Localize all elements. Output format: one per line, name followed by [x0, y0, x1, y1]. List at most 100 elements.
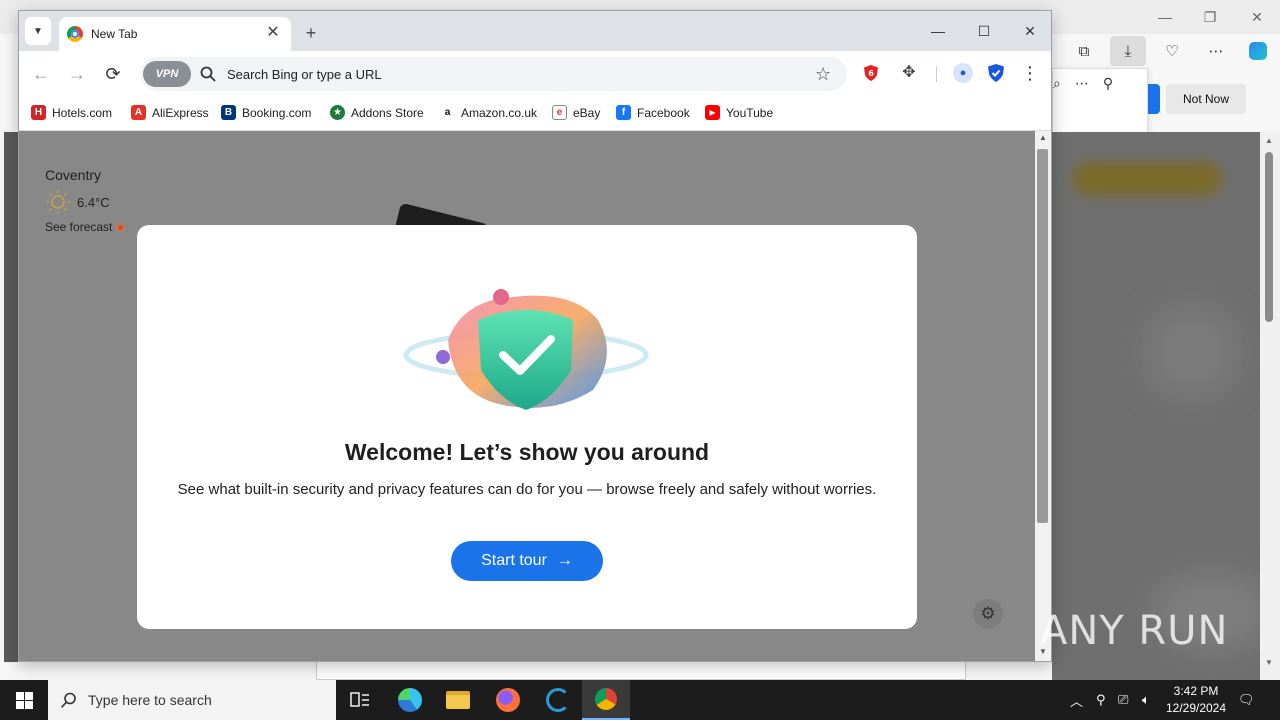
edge-blurred-banner: [1072, 162, 1222, 196]
welcome-description: See what built-in security and privacy f…: [177, 481, 877, 498]
browser-favicon-icon: [67, 26, 83, 42]
tab-new-tab[interactable]: New Tab ✕: [59, 17, 291, 51]
reload-button[interactable]: ⟳: [99, 61, 127, 87]
show-hidden-icons[interactable]: ︿: [1070, 680, 1083, 720]
vpn-label: VPN: [155, 68, 179, 80]
close-icon[interactable]: ✕: [263, 23, 283, 43]
bookmark-aliexpress[interactable]: A AliExpress: [131, 105, 209, 120]
tab-title: New Tab: [91, 27, 138, 41]
toolbar: ← → ⟳ VPN Search Bing or type a URL ☆ 6 …: [19, 51, 1051, 97]
ccleaner-icon[interactable]: [534, 680, 582, 720]
start-button[interactable]: [0, 680, 48, 720]
close-window-button[interactable]: ✕: [1015, 19, 1045, 43]
pin-icon[interactable]: ⚲: [1103, 75, 1113, 92]
welcome-title: Welcome! Let’s show you around: [344, 439, 710, 465]
maximize-button[interactable]: ☐: [969, 19, 999, 43]
browser-window: ▼ New Tab ✕ + — ☐ ✕ ← → ⟳ VPN Search Bin…: [18, 10, 1052, 662]
start-tour-button[interactable]: Start tour →: [451, 541, 603, 581]
address-bar[interactable]: VPN Search Bing or type a URL ☆: [141, 57, 847, 91]
scroll-up-icon[interactable]: ▲: [1265, 136, 1273, 145]
browser-essentials-icon[interactable]: ♡: [1154, 36, 1190, 66]
ebay-icon: e: [552, 105, 567, 120]
see-forecast-label: See forecast: [45, 220, 113, 234]
bookmark-star-icon[interactable]: ☆: [815, 64, 835, 84]
copilot-icon[interactable]: [1240, 36, 1276, 66]
security-shield-illustration: [403, 289, 649, 410]
notifications-icon[interactable]: 🗨︎: [1238, 680, 1255, 720]
downloads-icon[interactable]: ⤓: [1110, 36, 1146, 66]
back-button[interactable]: ←: [27, 61, 55, 87]
volume-icon[interactable]: 🔈︎: [1142, 680, 1150, 720]
search-icon: [200, 66, 216, 82]
bookmark-addons-store[interactable]: ★ Addons Store: [330, 105, 424, 120]
edge-scrollbar[interactable]: ▲ ▼: [1260, 132, 1280, 680]
bookmark-label: Amazon.co.uk: [461, 105, 538, 120]
edge-blurred-shape: [1142, 302, 1242, 402]
bookmark-amazon[interactable]: a Amazon.co.uk: [440, 105, 537, 120]
settings-gear-icon[interactable]: ⚙: [973, 599, 1003, 629]
tab-search-button[interactable]: ▼: [25, 17, 51, 45]
not-now-button[interactable]: Not Now: [1166, 84, 1246, 114]
edge-primary-button[interactable]: [1148, 84, 1160, 114]
scroll-up-icon[interactable]: ▲: [1039, 133, 1047, 142]
clock-time: 3:42 PM: [1173, 684, 1219, 698]
new-tab-button[interactable]: +: [299, 21, 323, 45]
booking-icon: B: [221, 105, 236, 120]
svg-text:6: 6: [868, 69, 874, 78]
bookmark-hotels[interactable]: H Hotels.com: [31, 105, 112, 120]
edge-minimize-button[interactable]: —: [1155, 8, 1175, 26]
task-view-icon[interactable]: [336, 680, 384, 720]
clock-date: 12/29/2024: [1165, 701, 1227, 715]
device-icon[interactable]: ⚲: [1096, 680, 1106, 720]
edge-page-content: [1052, 132, 1260, 680]
browser-taskbar-icon[interactable]: [582, 680, 630, 720]
bookmark-booking[interactable]: B Booking.com: [221, 105, 311, 120]
forward-button[interactable]: →: [63, 61, 91, 87]
scroll-down-icon[interactable]: ▼: [1265, 658, 1273, 667]
search-icon: [61, 692, 76, 708]
facebook-icon: f: [616, 105, 631, 120]
edge-close-button[interactable]: ✕: [1247, 8, 1267, 26]
amazon-icon: a: [440, 105, 455, 120]
bookmark-label: Facebook: [637, 105, 690, 120]
firefox-icon[interactable]: [484, 680, 532, 720]
browser-menu-icon[interactable]: ⋮: [1021, 61, 1039, 85]
profile-icon[interactable]: ●: [953, 63, 973, 83]
extensions-icon[interactable]: ✥: [899, 62, 919, 82]
bookmark-ebay[interactable]: e eBay: [552, 105, 600, 120]
tab-strip: ▼ New Tab ✕ + — ☐ ✕: [19, 11, 1051, 51]
password-manager-shield-icon[interactable]: [987, 63, 1005, 83]
aliexpress-icon: A: [131, 105, 146, 120]
hotels-icon: H: [31, 105, 46, 120]
more-options-icon[interactable]: ⋯: [1075, 75, 1089, 92]
background-window-edge: [4, 132, 18, 662]
bookmark-facebook[interactable]: f Facebook: [616, 105, 690, 120]
see-forecast-link[interactable]: See forecast: [45, 220, 126, 234]
edge-restore-button[interactable]: ❐: [1200, 8, 1220, 26]
weather-row: 6.4°C: [45, 189, 110, 215]
edge-menu-icon[interactable]: ⋯: [1198, 36, 1234, 66]
bookmark-label: Hotels.com: [52, 105, 113, 120]
toolbar-divider: [936, 66, 937, 82]
taskbar-search[interactable]: Type here to search: [48, 680, 336, 720]
start-tour-label: Start tour: [481, 552, 547, 569]
edge-taskbar-icon[interactable]: [386, 680, 434, 720]
bookmark-label: Addons Store: [351, 105, 424, 120]
collections-icon[interactable]: ⧉: [1066, 36, 1102, 66]
ad-blocker-extension-icon[interactable]: 6: [863, 64, 879, 82]
page-scrollbar[interactable]: ▲ ▼: [1035, 131, 1051, 661]
page-scroll-thumb[interactable]: [1037, 149, 1048, 523]
clock[interactable]: 3:42 PM 12/29/2024: [1160, 683, 1232, 717]
search-icon[interactable]: ⌕: [1053, 75, 1061, 92]
weather-city: Coventry: [45, 167, 102, 183]
bookmark-youtube[interactable]: ▶ YouTube: [705, 105, 773, 120]
chevron-down-icon: ▼: [33, 25, 43, 37]
file-explorer-icon[interactable]: [434, 680, 482, 720]
welcome-dialog: Welcome! Let’s show you around See what …: [137, 225, 917, 629]
forecast-dot-icon: [116, 222, 126, 232]
network-icon[interactable]: ⎚: [1118, 680, 1128, 720]
edge-scroll-thumb[interactable]: [1265, 152, 1273, 322]
vpn-button[interactable]: VPN: [143, 61, 191, 87]
taskbar: Type here to search ︿ ⚲ ⎚ 🔈︎ 3:42 PM 12/…: [0, 680, 1280, 720]
minimize-button[interactable]: —: [923, 19, 953, 43]
